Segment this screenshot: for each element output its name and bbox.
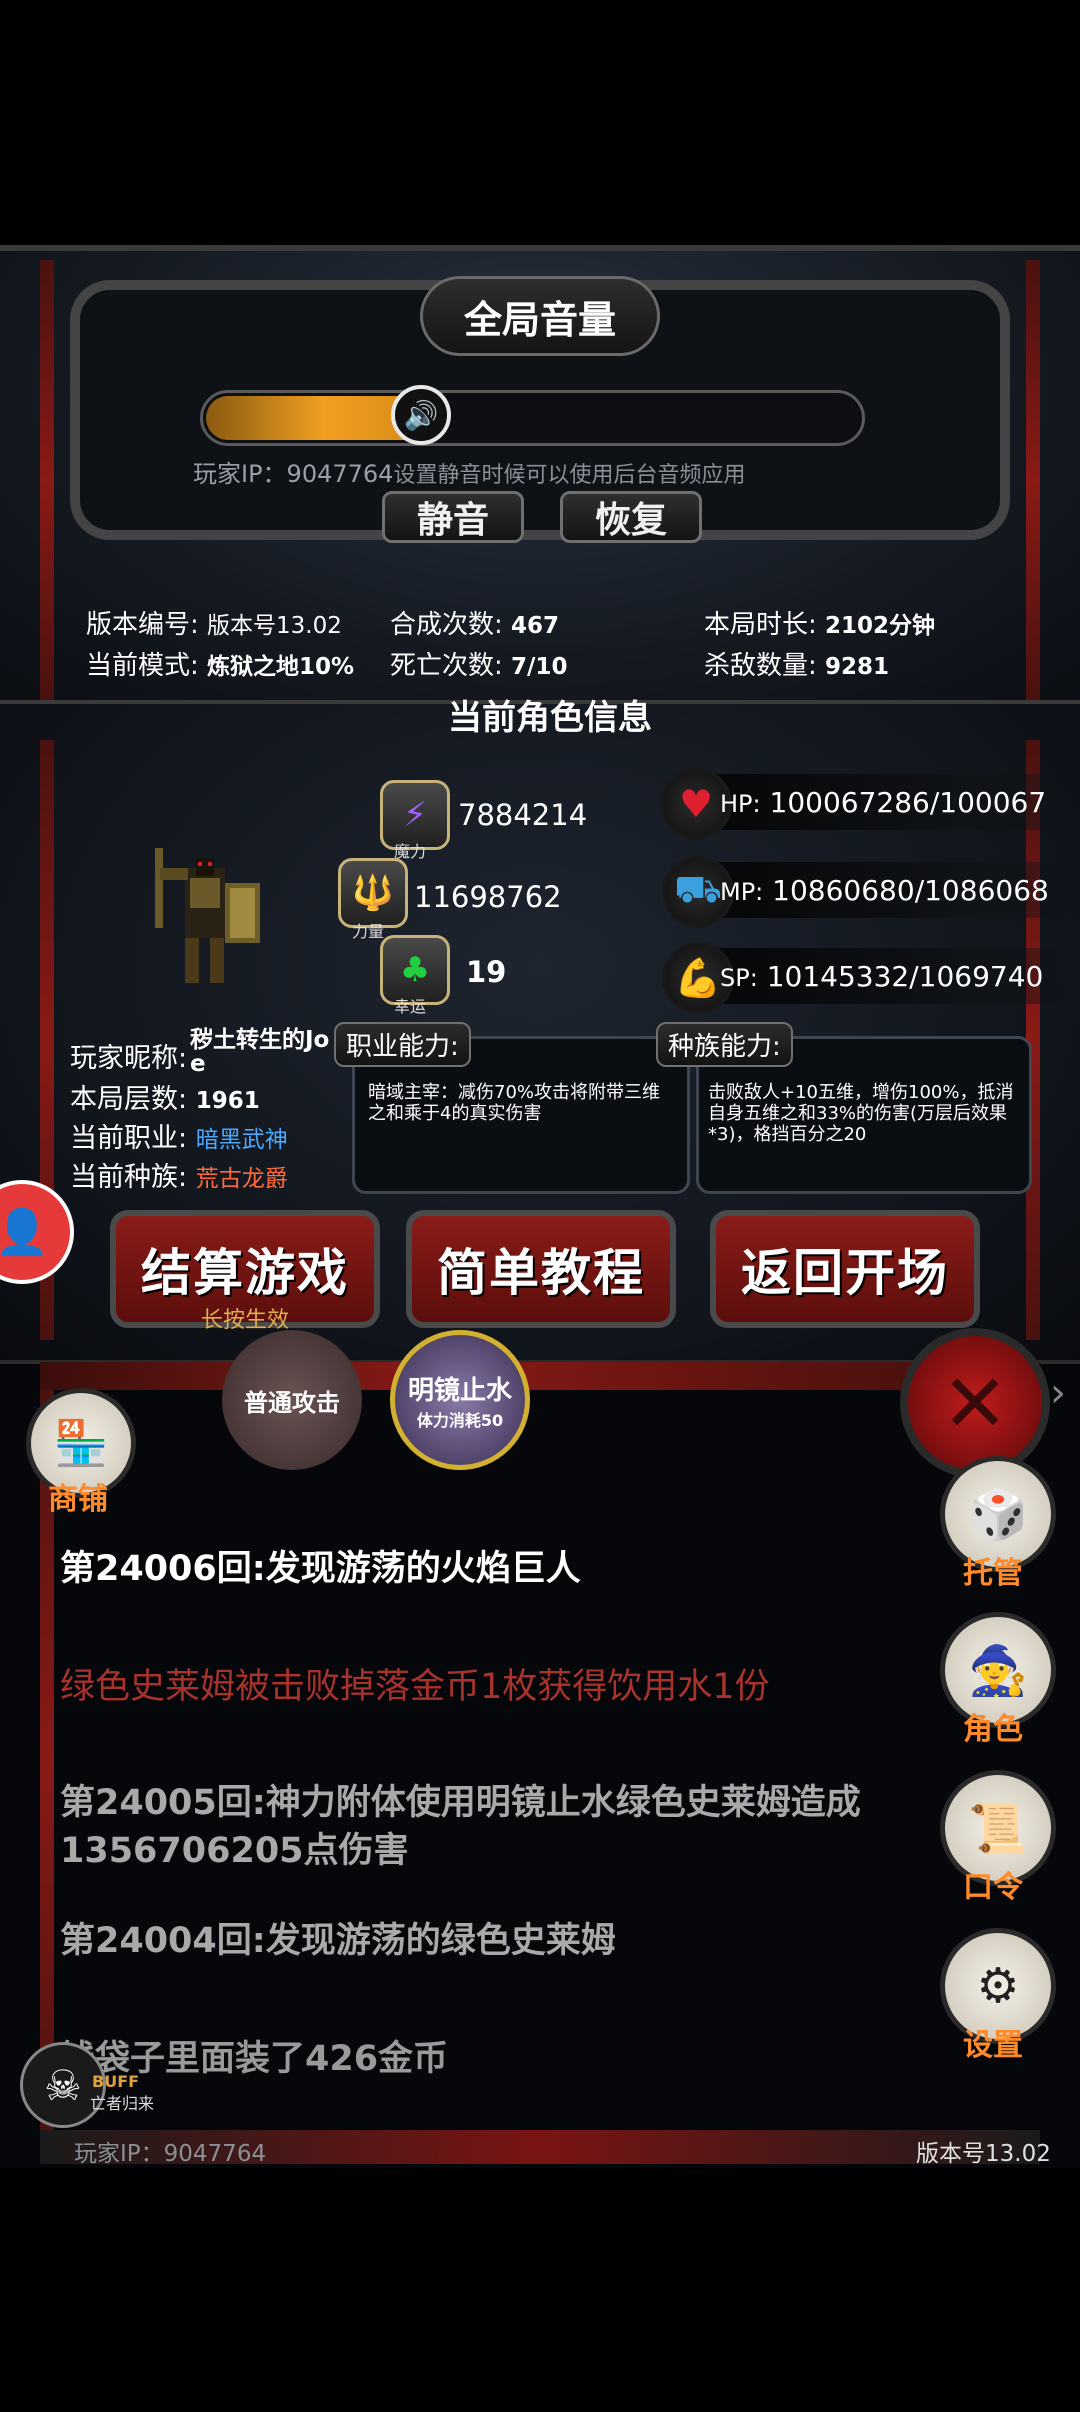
- class-ability-text: 暗域主宰：减伤70%攻击将附带三维之和乘于4的真实伤害: [368, 1082, 661, 1124]
- shop-label: 商铺: [48, 1482, 108, 1517]
- auto-label[interactable]: 托管: [928, 1548, 1058, 1592]
- log-line: 第24004回:发现游荡的绿色史莱姆: [60, 1921, 616, 1961]
- character-avatar[interactable]: [140, 838, 280, 993]
- death-stat: 死亡次数: 7/10: [390, 651, 568, 681]
- race-ability-label: 种族能力:: [656, 1022, 793, 1067]
- skill-button[interactable]: 明镜止水 体力消耗50: [390, 1330, 530, 1470]
- nickname-row: 玩家昵称:: [70, 1043, 188, 1074]
- left-rail: [40, 260, 54, 700]
- strength-label: 力量: [352, 922, 385, 941]
- log-line: 钱袋子里面装了426金币: [60, 2039, 449, 2079]
- sp-text: SP: 10145332/1069740: [720, 960, 1044, 993]
- mp-text: MP: 10860680/1086068: [720, 874, 1049, 907]
- code-label[interactable]: 口令: [928, 1862, 1058, 1906]
- craft-stat: 合成次数: 467: [390, 610, 560, 640]
- log-line: 第24005回:神力附体使用明镜止水绿色史莱姆造成: [60, 1783, 861, 1823]
- version-stat: 版本编号: 版本号13.02: [86, 610, 342, 640]
- right-rail: [1026, 260, 1040, 700]
- return-start-button[interactable]: 返回开场: [710, 1210, 980, 1328]
- settings-label[interactable]: 设置: [928, 2020, 1058, 2064]
- chevron-right-icon[interactable]: ›: [1050, 1370, 1066, 1416]
- buff-name: 亡者归来: [90, 2094, 155, 2113]
- magic-value: 7884214: [458, 798, 588, 832]
- nickname-value: 秽土转生的Jo e: [190, 1027, 330, 1077]
- normal-attack-button[interactable]: 普通攻击: [222, 1330, 362, 1470]
- hp-text: HP: 100067286/100067: [720, 786, 1047, 819]
- bottom-top-bar: [40, 1362, 1040, 1390]
- kills-stat: 杀敌数量: 9281: [704, 651, 890, 681]
- role-label[interactable]: 角色: [928, 1704, 1058, 1748]
- luck-label: 幸运: [394, 997, 427, 1016]
- mode-stat: 当前模式: 炼狱之地10%: [86, 651, 355, 681]
- restore-button[interactable]: 恢复: [560, 491, 702, 543]
- character-section-title: 当前角色信息: [448, 698, 652, 738]
- volume-slider-fill: [206, 396, 421, 440]
- race-row: 当前种族: 荒古龙爵: [70, 1162, 288, 1193]
- volume-title: 全局音量: [420, 276, 660, 356]
- ip-overlay: 玩家IP：9047764: [193, 460, 394, 488]
- strength-value: 11698762: [414, 880, 562, 914]
- tutorial-button[interactable]: 简单教程: [406, 1210, 676, 1328]
- settle-hint: 长按生效: [200, 1308, 289, 1333]
- footer-version: 版本号13.02: [916, 2141, 1051, 2167]
- battle-log: 第24006回:发现游荡的火焰巨人 绿色史莱姆被击败掉落金币1枚获得饮用水1份 …: [60, 1545, 920, 2083]
- footer-ip: 玩家IP：9047764: [74, 2141, 267, 2167]
- mute-hint: 玩家IP：9047764设置静音时候可以使用后台音频应用: [193, 460, 746, 488]
- speaker-icon[interactable]: 🔊: [391, 385, 451, 445]
- time-stat: 本局时长: 2102分钟: [704, 610, 936, 640]
- log-line: 第24006回:发现游荡的火焰巨人: [60, 1549, 581, 1589]
- race-ability-text: 击败敌人+10五维，增伤100%，抵消自身五维之和33%的伤害(万层后效果*3)…: [708, 1082, 1014, 1145]
- class-ability-label: 职业能力:: [334, 1022, 471, 1067]
- mute-button[interactable]: 静音: [382, 491, 524, 543]
- buff-label: BUFF: [92, 2072, 140, 2091]
- luck-value: 19: [466, 955, 507, 989]
- close-icon[interactable]: ✕: [900, 1328, 1050, 1478]
- floors-row: 本局层数: 1961: [70, 1084, 260, 1115]
- log-line: 绿色史莱姆被击败掉落金币1枚获得饮用水1份: [60, 1667, 770, 1707]
- class-row: 当前职业: 暗黑武神: [70, 1123, 288, 1154]
- log-line: 1356706205点伤害: [60, 1831, 409, 1871]
